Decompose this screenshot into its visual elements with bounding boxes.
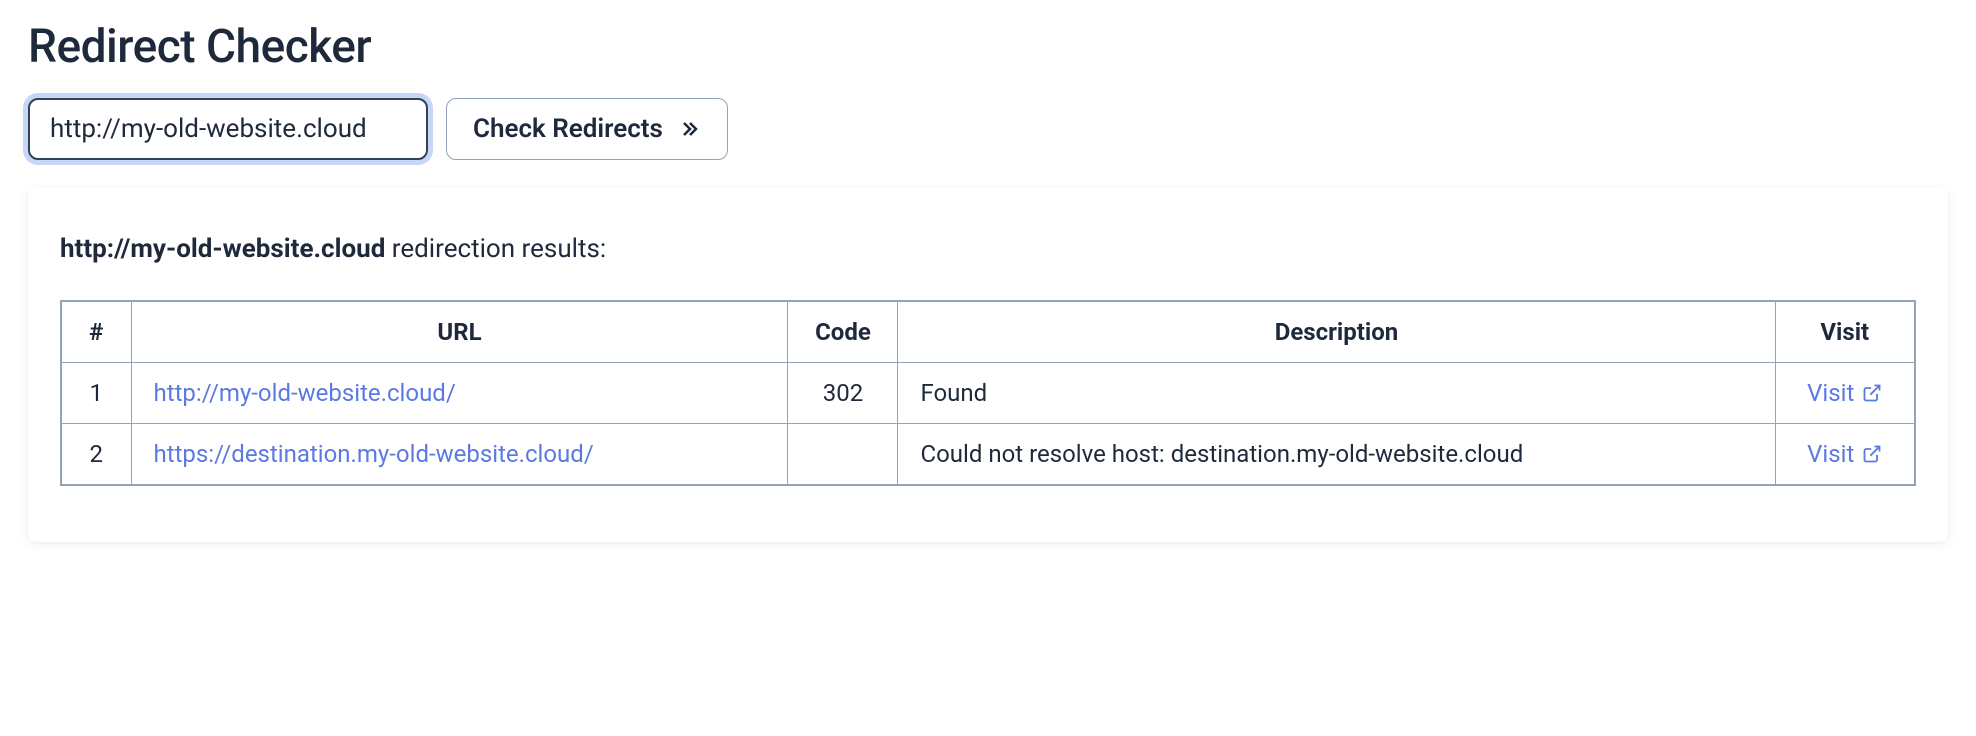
- check-redirects-button[interactable]: Check Redirects: [446, 98, 728, 160]
- results-table: # URL Code Description Visit 1 http://my…: [60, 300, 1916, 486]
- results-url: http://my-old-website.cloud: [60, 234, 385, 264]
- row-code: 302: [788, 363, 898, 424]
- check-button-label: Check Redirects: [473, 114, 663, 144]
- controls-row: Check Redirects: [28, 98, 1948, 160]
- row-description: Found: [898, 363, 1775, 424]
- col-header-index: #: [61, 301, 131, 363]
- col-header-url: URL: [131, 301, 788, 363]
- row-url-link[interactable]: https://destination.my-old-website.cloud…: [154, 440, 594, 468]
- col-header-description: Description: [898, 301, 1775, 363]
- page-title: Redirect Checker: [28, 20, 1948, 74]
- results-suffix: redirection results:: [385, 234, 606, 264]
- table-row: 1 http://my-old-website.cloud/ 302 Found…: [61, 363, 1915, 424]
- table-header-row: # URL Code Description Visit: [61, 301, 1915, 363]
- row-url-link[interactable]: http://my-old-website.cloud/: [154, 379, 456, 407]
- row-visit-cell: Visit: [1775, 424, 1915, 486]
- table-row: 2 https://destination.my-old-website.clo…: [61, 424, 1915, 486]
- row-visit-cell: Visit: [1775, 363, 1915, 424]
- visit-label: Visit: [1807, 379, 1854, 407]
- visit-link[interactable]: Visit: [1807, 379, 1882, 407]
- col-header-code: Code: [788, 301, 898, 363]
- row-index: 1: [61, 363, 131, 424]
- col-header-visit: Visit: [1775, 301, 1915, 363]
- results-card: http://my-old-website.cloud redirection …: [28, 188, 1948, 542]
- row-description: Could not resolve host: destination.my-o…: [898, 424, 1775, 486]
- results-heading: http://my-old-website.cloud redirection …: [60, 234, 1916, 264]
- external-link-icon: [1862, 444, 1882, 464]
- row-index: 2: [61, 424, 131, 486]
- visit-link[interactable]: Visit: [1807, 440, 1882, 468]
- external-link-icon: [1862, 383, 1882, 403]
- row-code: [788, 424, 898, 486]
- row-url-cell: https://destination.my-old-website.cloud…: [131, 424, 788, 486]
- row-url-cell: http://my-old-website.cloud/: [131, 363, 788, 424]
- visit-label: Visit: [1807, 440, 1854, 468]
- chevrons-right-icon: [677, 117, 701, 141]
- url-input[interactable]: [28, 98, 428, 160]
